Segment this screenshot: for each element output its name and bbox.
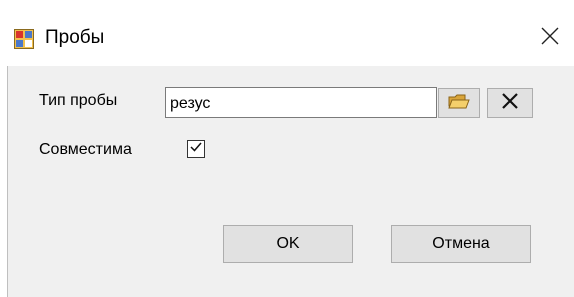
- browse-button[interactable]: [438, 88, 480, 118]
- compatible-label: Совместима: [39, 141, 132, 158]
- close-button[interactable]: [530, 20, 570, 56]
- sample-type-field[interactable]: резус: [165, 87, 437, 118]
- close-icon: [541, 27, 559, 50]
- window-title: Пробы: [45, 27, 105, 48]
- checkmark-icon: [189, 140, 203, 159]
- dialog-body: Тип пробы резус Совместима OK Отмена: [7, 66, 574, 297]
- cancel-button[interactable]: Отмена: [391, 225, 531, 263]
- dialog-window: Пробы Тип пробы резус Совместима OK Отме…: [0, 0, 574, 297]
- folder-browse-icon: [447, 92, 471, 115]
- title-bar: Пробы: [0, 0, 574, 66]
- ok-button[interactable]: OK: [223, 225, 353, 263]
- sample-type-label: Тип пробы: [39, 92, 118, 109]
- clear-button[interactable]: [487, 88, 533, 118]
- app-window-icon: [14, 29, 34, 49]
- compatible-checkbox[interactable]: [187, 140, 205, 158]
- clear-x-icon: [500, 91, 520, 116]
